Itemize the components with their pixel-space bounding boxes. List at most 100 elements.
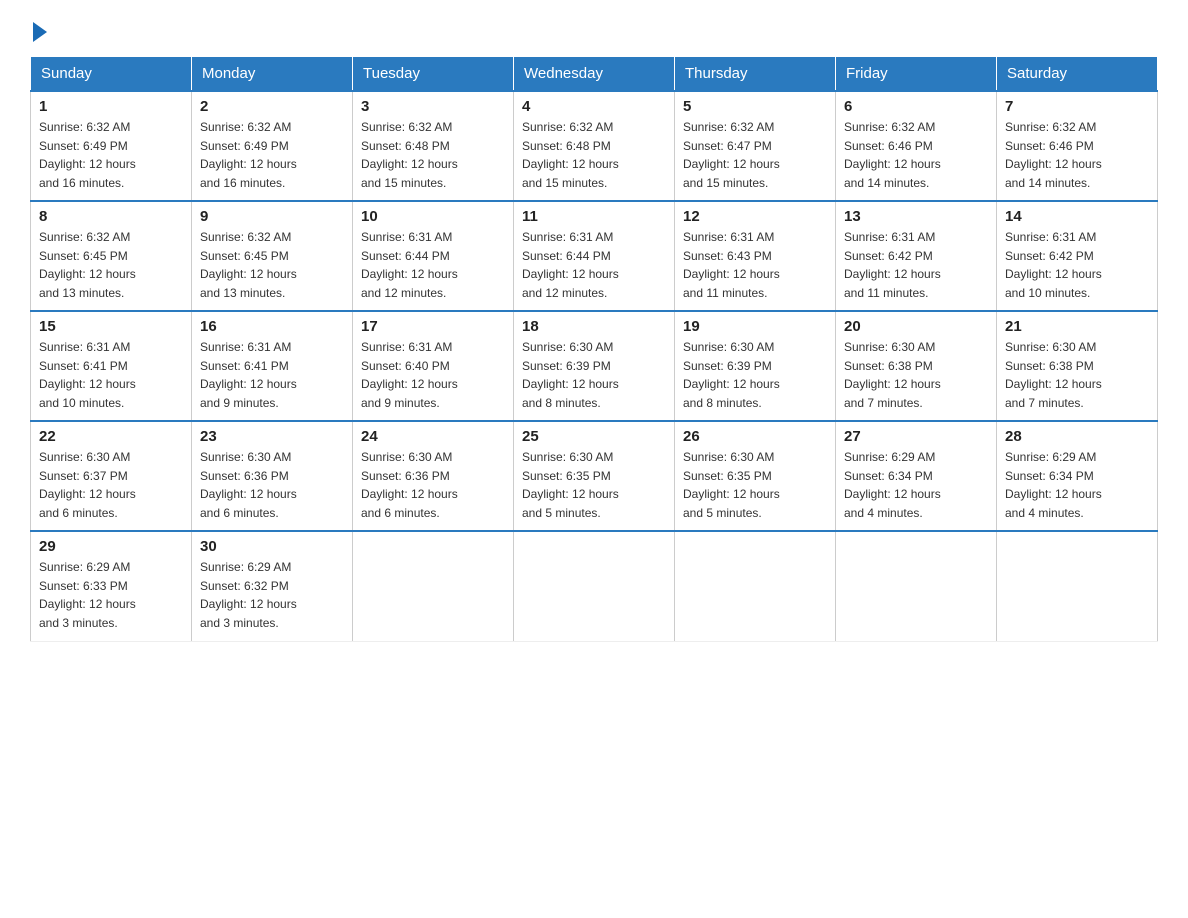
weekday-header-row: Sunday Monday Tuesday Wednesday Thursday… — [31, 57, 1158, 92]
day-number: 26 — [683, 428, 827, 445]
header-monday: Monday — [192, 57, 353, 92]
day-number: 21 — [1005, 318, 1149, 335]
day-number: 19 — [683, 318, 827, 335]
day-number: 13 — [844, 208, 988, 225]
calendar-cell: 10 Sunrise: 6:31 AMSunset: 6:44 PMDayligh… — [353, 201, 514, 311]
day-number: 8 — [39, 208, 183, 225]
calendar-cell: 30 Sunrise: 6:29 AMSunset: 6:32 PMDayligh… — [192, 531, 353, 641]
calendar-cell — [675, 531, 836, 641]
day-number: 12 — [683, 208, 827, 225]
day-number: 15 — [39, 318, 183, 335]
day-number: 4 — [522, 98, 666, 115]
day-info: Sunrise: 6:32 AMSunset: 6:49 PMDaylight:… — [39, 118, 183, 192]
calendar-cell: 8 Sunrise: 6:32 AMSunset: 6:45 PMDaylight… — [31, 201, 192, 311]
day-info: Sunrise: 6:31 AMSunset: 6:41 PMDaylight:… — [200, 338, 344, 412]
day-number: 24 — [361, 428, 505, 445]
day-info: Sunrise: 6:31 AMSunset: 6:40 PMDaylight:… — [361, 338, 505, 412]
calendar-cell: 4 Sunrise: 6:32 AMSunset: 6:48 PMDaylight… — [514, 91, 675, 201]
calendar-cell: 29 Sunrise: 6:29 AMSunset: 6:33 PMDayligh… — [31, 531, 192, 641]
day-number: 28 — [1005, 428, 1149, 445]
day-info: Sunrise: 6:32 AMSunset: 6:49 PMDaylight:… — [200, 118, 344, 192]
day-info: Sunrise: 6:29 AMSunset: 6:33 PMDaylight:… — [39, 558, 183, 632]
day-number: 6 — [844, 98, 988, 115]
day-number: 10 — [361, 208, 505, 225]
day-number: 14 — [1005, 208, 1149, 225]
week-row-4: 22 Sunrise: 6:30 AMSunset: 6:37 PMDayligh… — [31, 421, 1158, 531]
day-info: Sunrise: 6:30 AMSunset: 6:39 PMDaylight:… — [522, 338, 666, 412]
day-info: Sunrise: 6:31 AMSunset: 6:42 PMDaylight:… — [1005, 228, 1149, 302]
day-info: Sunrise: 6:30 AMSunset: 6:36 PMDaylight:… — [200, 448, 344, 522]
calendar-cell: 17 Sunrise: 6:31 AMSunset: 6:40 PMDayligh… — [353, 311, 514, 421]
day-number: 5 — [683, 98, 827, 115]
day-info: Sunrise: 6:32 AMSunset: 6:46 PMDaylight:… — [1005, 118, 1149, 192]
day-number: 27 — [844, 428, 988, 445]
calendar-cell — [836, 531, 997, 641]
day-number: 3 — [361, 98, 505, 115]
day-number: 30 — [200, 538, 344, 555]
day-info: Sunrise: 6:30 AMSunset: 6:38 PMDaylight:… — [1005, 338, 1149, 412]
week-row-1: 1 Sunrise: 6:32 AMSunset: 6:49 PMDaylight… — [31, 91, 1158, 201]
calendar-cell: 28Sunrise: 6:29 AMSunset: 6:34 PMDayligh… — [997, 421, 1158, 531]
day-number: 29 — [39, 538, 183, 555]
day-info: Sunrise: 6:32 AMSunset: 6:46 PMDaylight:… — [844, 118, 988, 192]
calendar-cell: 1 Sunrise: 6:32 AMSunset: 6:49 PMDaylight… — [31, 91, 192, 201]
day-number: 7 — [1005, 98, 1149, 115]
calendar-cell: 14 Sunrise: 6:31 AMSunset: 6:42 PMDayligh… — [997, 201, 1158, 311]
day-info: Sunrise: 6:31 AMSunset: 6:43 PMDaylight:… — [683, 228, 827, 302]
day-info: Sunrise: 6:30 AMSunset: 6:35 PMDaylight:… — [522, 448, 666, 522]
calendar-cell: 6 Sunrise: 6:32 AMSunset: 6:46 PMDaylight… — [836, 91, 997, 201]
calendar-cell: 12 Sunrise: 6:31 AMSunset: 6:43 PMDayligh… — [675, 201, 836, 311]
calendar-cell — [353, 531, 514, 641]
day-info: Sunrise: 6:31 AMSunset: 6:44 PMDaylight:… — [522, 228, 666, 302]
calendar-cell: 27Sunrise: 6:29 AMSunset: 6:34 PMDayligh… — [836, 421, 997, 531]
day-info: Sunrise: 6:32 AMSunset: 6:45 PMDaylight:… — [200, 228, 344, 302]
day-info: Sunrise: 6:30 AMSunset: 6:39 PMDaylight:… — [683, 338, 827, 412]
day-info: Sunrise: 6:31 AMSunset: 6:41 PMDaylight:… — [39, 338, 183, 412]
day-number: 1 — [39, 98, 183, 115]
header-tuesday: Tuesday — [353, 57, 514, 92]
header-saturday: Saturday — [997, 57, 1158, 92]
week-row-2: 8 Sunrise: 6:32 AMSunset: 6:45 PMDaylight… — [31, 201, 1158, 311]
day-info: Sunrise: 6:32 AMSunset: 6:47 PMDaylight:… — [683, 118, 827, 192]
calendar-cell — [514, 531, 675, 641]
day-info: Sunrise: 6:30 AMSunset: 6:35 PMDaylight:… — [683, 448, 827, 522]
calendar-cell: 24 Sunrise: 6:30 AMSunset: 6:36 PMDayligh… — [353, 421, 514, 531]
day-number: 20 — [844, 318, 988, 335]
calendar-cell: 3 Sunrise: 6:32 AMSunset: 6:48 PMDaylight… — [353, 91, 514, 201]
header-friday: Friday — [836, 57, 997, 92]
day-info: Sunrise: 6:30 AMSunset: 6:36 PMDaylight:… — [361, 448, 505, 522]
header-wednesday: Wednesday — [514, 57, 675, 92]
day-info: Sunrise: 6:29 AMSunset: 6:32 PMDaylight:… — [200, 558, 344, 632]
calendar-table: Sunday Monday Tuesday Wednesday Thursday… — [30, 56, 1158, 642]
day-info: Sunrise: 6:32 AMSunset: 6:45 PMDaylight:… — [39, 228, 183, 302]
day-info: Sunrise: 6:32 AMSunset: 6:48 PMDaylight:… — [361, 118, 505, 192]
day-info: Sunrise: 6:30 AMSunset: 6:38 PMDaylight:… — [844, 338, 988, 412]
day-number: 17 — [361, 318, 505, 335]
calendar-cell — [997, 531, 1158, 641]
day-number: 2 — [200, 98, 344, 115]
day-number: 9 — [200, 208, 344, 225]
day-number: 25 — [522, 428, 666, 445]
calendar-cell: 23 Sunrise: 6:30 AMSunset: 6:36 PMDayligh… — [192, 421, 353, 531]
day-info: Sunrise: 6:32 AMSunset: 6:48 PMDaylight:… — [522, 118, 666, 192]
calendar-cell: 25 Sunrise: 6:30 AMSunset: 6:35 PMDayligh… — [514, 421, 675, 531]
day-number: 23 — [200, 428, 344, 445]
calendar-cell: 19 Sunrise: 6:30 AMSunset: 6:39 PMDayligh… — [675, 311, 836, 421]
day-number: 22 — [39, 428, 183, 445]
day-number: 11 — [522, 208, 666, 225]
calendar-cell: 18Sunrise: 6:30 AMSunset: 6:39 PMDayligh… — [514, 311, 675, 421]
calendar-cell: 13Sunrise: 6:31 AMSunset: 6:42 PMDayligh… — [836, 201, 997, 311]
day-number: 16 — [200, 318, 344, 335]
day-info: Sunrise: 6:30 AMSunset: 6:37 PMDaylight:… — [39, 448, 183, 522]
calendar-cell: 11 Sunrise: 6:31 AMSunset: 6:44 PMDayligh… — [514, 201, 675, 311]
week-row-5: 29 Sunrise: 6:29 AMSunset: 6:33 PMDayligh… — [31, 531, 1158, 641]
calendar-cell: 21 Sunrise: 6:30 AMSunset: 6:38 PMDayligh… — [997, 311, 1158, 421]
day-info: Sunrise: 6:31 AMSunset: 6:44 PMDaylight:… — [361, 228, 505, 302]
logo — [30, 20, 47, 38]
calendar-cell: 2 Sunrise: 6:32 AMSunset: 6:49 PMDaylight… — [192, 91, 353, 201]
calendar-cell: 22 Sunrise: 6:30 AMSunset: 6:37 PMDayligh… — [31, 421, 192, 531]
calendar-cell: 16 Sunrise: 6:31 AMSunset: 6:41 PMDayligh… — [192, 311, 353, 421]
calendar-cell: 9 Sunrise: 6:32 AMSunset: 6:45 PMDaylight… — [192, 201, 353, 311]
page-header — [30, 20, 1158, 38]
calendar-cell: 26 Sunrise: 6:30 AMSunset: 6:35 PMDayligh… — [675, 421, 836, 531]
